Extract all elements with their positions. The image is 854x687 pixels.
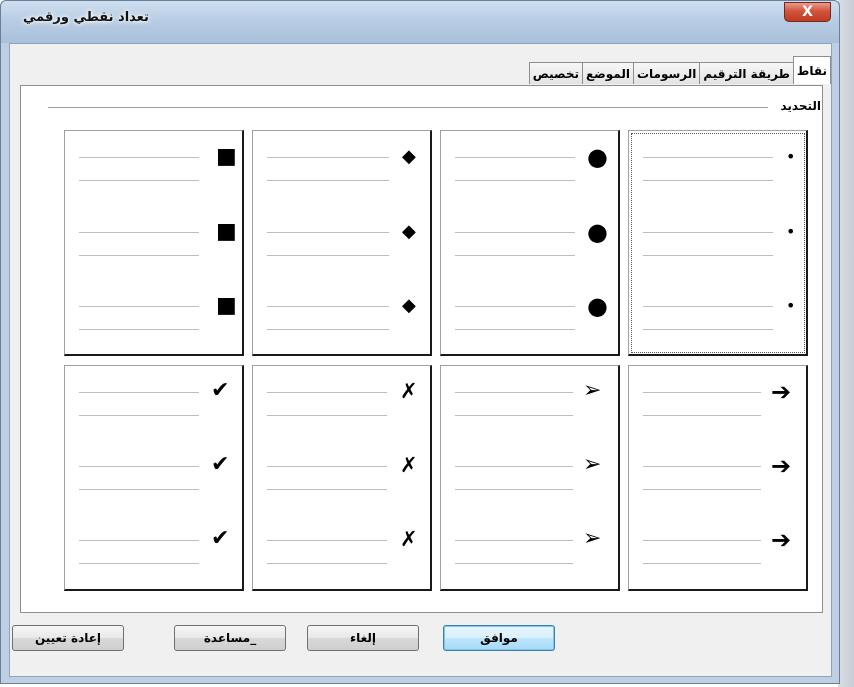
title-bar[interactable]: تعداد نقطي ورقمي X	[1, 1, 839, 43]
bullet-style-diamond[interactable]: ◆ ◆ ◆	[252, 130, 432, 356]
x-mark-icon: ✗	[400, 527, 418, 551]
x-mark-icon: ✗	[400, 379, 418, 403]
bullet-style-small-dot[interactable]: • • •	[628, 130, 808, 356]
tab-graphics[interactable]: الرسومات	[632, 62, 701, 84]
help-button[interactable]: _مساعدة	[174, 625, 286, 651]
square-icon: ■	[216, 144, 237, 169]
square-icon: ■	[216, 219, 237, 244]
small-dot-icon: •	[786, 296, 796, 315]
large-dot-icon: ●	[587, 292, 608, 320]
checkmark-icon: ✔	[211, 452, 230, 477]
cancel-button[interactable]: إلغاء	[307, 625, 419, 651]
bullet-style-square[interactable]: ■ ■ ■	[64, 130, 244, 356]
reset-button[interactable]: إعادة تعيين	[12, 625, 124, 651]
x-mark-icon: ✗	[400, 453, 418, 477]
arrowhead-icon: ➢	[583, 378, 602, 403]
window-title: تعداد نقطي ورقمي	[23, 10, 149, 25]
small-dot-icon: •	[786, 147, 796, 166]
selection-group-label: التحديد	[780, 99, 821, 113]
checkmark-icon: ✔	[211, 526, 230, 551]
large-dot-icon: ●	[587, 218, 608, 246]
large-dot-icon: ●	[587, 143, 608, 171]
bold-arrow-icon: ➔	[771, 526, 792, 554]
diamond-icon: ◆	[402, 146, 416, 167]
ok-button[interactable]: موافق	[443, 625, 555, 651]
tab-numbering-type[interactable]: طريقة الترقيم	[699, 62, 794, 84]
bold-arrow-icon: ➔	[771, 452, 792, 480]
bullets-numbering-dialog: تعداد نقطي ورقمي X نقاط طريقة الترقيم ال…	[0, 0, 840, 684]
bullet-style-checkmark[interactable]: ✔ ✔ ✔	[64, 365, 244, 591]
close-icon: X	[802, 4, 813, 20]
tab-bullets[interactable]: نقاط	[792, 56, 831, 84]
bold-arrow-icon: ➔	[771, 378, 792, 406]
bullet-style-large-dot[interactable]: ● ● ●	[440, 130, 620, 356]
bullet-style-arrowhead[interactable]: ➢ ➢ ➢	[440, 365, 620, 591]
tab-customize[interactable]: تخصيص	[528, 62, 583, 84]
arrowhead-icon: ➢	[583, 452, 602, 477]
square-icon: ■	[216, 293, 237, 318]
background-window-edge	[838, 0, 854, 687]
diamond-icon: ◆	[402, 295, 416, 316]
arrowhead-icon: ➢	[583, 526, 602, 551]
tab-strip: نقاط طريقة الترقيم الرسومات الموضع تخصيص	[528, 56, 831, 84]
bullet-style-bold-arrow[interactable]: ➔ ➔ ➔	[628, 365, 808, 591]
dialog-client-area: نقاط طريقة الترقيم الرسومات الموضع تخصيص…	[9, 43, 832, 677]
close-button[interactable]: X	[784, 2, 831, 22]
bullet-style-x-mark[interactable]: ✗ ✗ ✗	[252, 365, 432, 591]
group-separator	[48, 107, 768, 108]
tab-position[interactable]: الموضع	[581, 62, 634, 84]
diamond-icon: ◆	[402, 221, 416, 242]
small-dot-icon: •	[786, 222, 796, 241]
checkmark-icon: ✔	[211, 378, 230, 403]
